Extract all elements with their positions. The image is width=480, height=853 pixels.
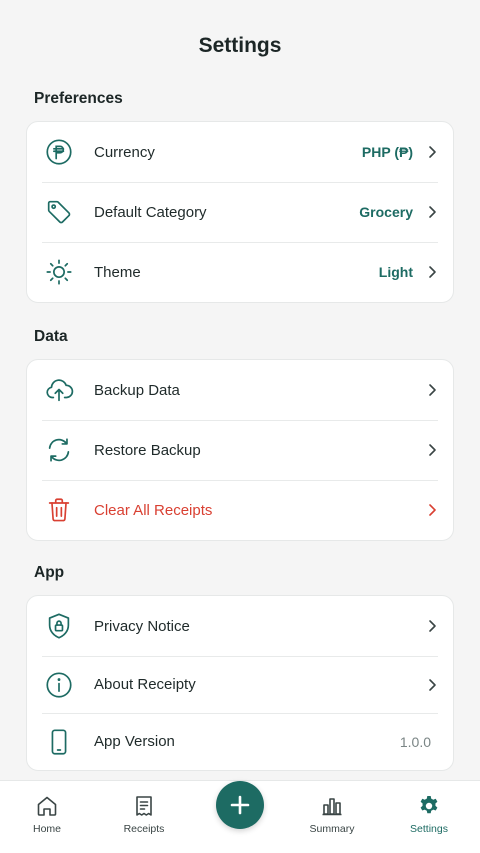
sun-icon	[43, 256, 75, 288]
app-version-value: 1.0.0	[399, 733, 431, 750]
backup-data-row[interactable]: Backup Data	[27, 360, 453, 420]
chevron-right-icon	[425, 443, 439, 457]
shield-lock-icon	[43, 610, 75, 642]
chevron-right-icon	[425, 678, 439, 692]
preferences-card: Currency PHP (₱) Default Category Grocer…	[26, 121, 454, 303]
info-icon	[43, 669, 75, 701]
nav-home-label: Home	[32, 823, 61, 835]
nav-receipts-label: Receipts	[123, 823, 165, 835]
theme-row[interactable]: Theme Light	[27, 242, 453, 302]
about-receipty-label: About Receipty	[94, 676, 196, 693]
add-receipt-button[interactable]	[216, 781, 264, 829]
trash-icon	[43, 494, 75, 526]
currency-row[interactable]: Currency PHP (₱)	[27, 122, 453, 182]
plus-icon	[230, 795, 250, 815]
chevron-right-icon	[425, 619, 439, 633]
bar-chart-icon	[292, 793, 372, 819]
currency-value: PHP (₱)	[361, 144, 413, 160]
home-icon	[7, 793, 87, 819]
tag-icon	[43, 196, 75, 228]
privacy-notice-row[interactable]: Privacy Notice	[27, 596, 453, 656]
phone-icon	[43, 726, 75, 758]
default-category-value: Grocery	[359, 204, 413, 220]
data-card: Backup Data Restore Backup Clear All Rec…	[26, 359, 454, 541]
nav-settings-label: Settings	[410, 823, 448, 835]
receipt-icon	[104, 793, 184, 819]
chevron-right-icon	[425, 503, 439, 517]
clear-all-receipts-row[interactable]: Clear All Receipts	[27, 480, 453, 540]
restore-backup-label: Restore Backup	[94, 441, 201, 459]
clear-all-receipts-label: Clear All Receipts	[94, 501, 213, 519]
app-version-row: App Version 1.0.0	[27, 713, 453, 770]
nav-summary[interactable]: Summary	[292, 793, 372, 835]
nav-settings[interactable]: Settings	[389, 793, 469, 835]
chevron-right-icon	[425, 205, 439, 219]
section-title-app: App	[34, 564, 65, 581]
nav-home[interactable]: Home	[7, 793, 87, 835]
theme-label: Theme	[94, 263, 141, 281]
chevron-right-icon	[425, 383, 439, 397]
about-receipty-row[interactable]: About Receipty	[27, 656, 453, 713]
default-category-row[interactable]: Default Category Grocery	[27, 182, 453, 242]
chevron-right-icon	[425, 145, 439, 159]
nav-receipts[interactable]: Receipts	[104, 793, 184, 835]
cloud-upload-icon	[43, 374, 75, 406]
app-version-label: App Version	[94, 733, 175, 750]
nav-summary-label: Summary	[309, 823, 355, 835]
currency-label: Currency	[94, 143, 155, 161]
backup-data-label: Backup Data	[94, 381, 180, 399]
theme-value: Light	[378, 264, 413, 280]
restore-backup-row[interactable]: Restore Backup	[27, 420, 453, 480]
refresh-icon	[43, 434, 75, 466]
section-title-preferences: Preferences	[34, 90, 123, 107]
page-title: Settings	[198, 34, 282, 57]
gear-icon	[389, 793, 469, 819]
peso-coin-icon	[43, 136, 75, 168]
chevron-right-icon	[425, 265, 439, 279]
privacy-notice-label: Privacy Notice	[94, 617, 190, 635]
default-category-label: Default Category	[94, 203, 207, 221]
section-title-data: Data	[34, 328, 68, 345]
app-card: Privacy Notice About Receipty App Versio…	[26, 595, 454, 771]
